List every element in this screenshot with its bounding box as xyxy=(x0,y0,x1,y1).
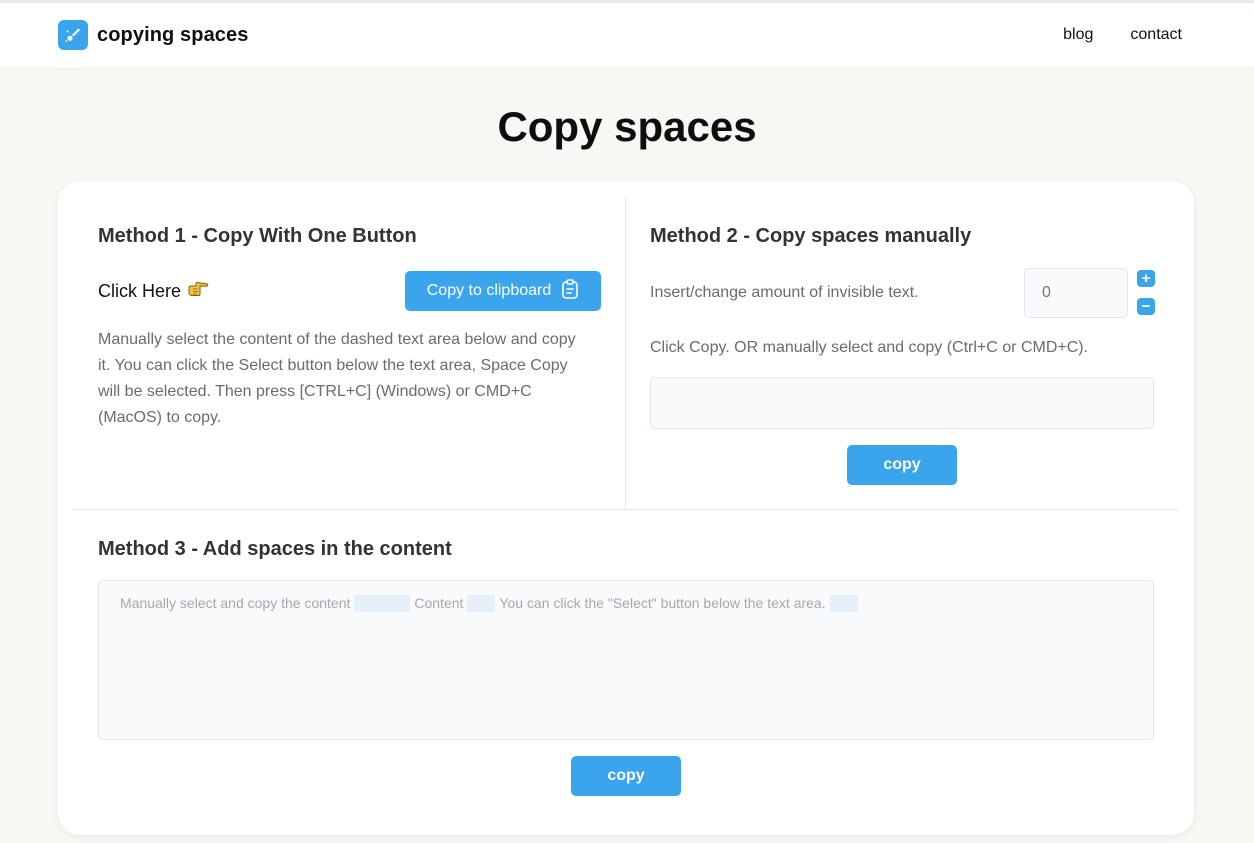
space-marker xyxy=(354,595,411,612)
vertical-divider xyxy=(625,197,626,509)
content-textarea[interactable]: Manually select and copy the content Con… xyxy=(98,580,1154,740)
method3-copy-button[interactable]: copy xyxy=(571,756,681,796)
brand-name: copying spaces xyxy=(97,23,249,46)
click-here-text: Click Here xyxy=(98,281,182,301)
amount-input[interactable] xyxy=(1024,268,1128,318)
invisible-text-field[interactable] xyxy=(650,377,1154,429)
method2-copy-button[interactable]: copy xyxy=(847,445,957,485)
increment-button[interactable]: + xyxy=(1137,270,1155,287)
space-marker xyxy=(467,595,496,612)
method2-title: Method 2 - Copy spaces manually xyxy=(650,225,972,247)
nav-blog[interactable]: blog xyxy=(1063,26,1093,44)
top-nav: blog contact xyxy=(1063,26,1182,44)
copy-to-clipboard-button[interactable]: Copy to clipboard xyxy=(405,271,601,311)
horizontal-divider xyxy=(73,509,1178,510)
method1-title: Method 1 - Copy With One Button xyxy=(98,225,417,247)
nav-contact[interactable]: contact xyxy=(1130,26,1182,44)
decrement-button[interactable]: − xyxy=(1137,298,1155,315)
click-here-label: Click Here xyxy=(98,281,209,302)
content-segment: Manually select and copy the content xyxy=(120,595,351,611)
method2-hint: Click Copy. OR manually select and copy … xyxy=(650,339,1089,356)
content-segment: You can click the "Select" button below … xyxy=(499,595,826,611)
methods-card: Method 1 - Copy With One Button Click He… xyxy=(58,181,1194,835)
pointing-hand-icon xyxy=(187,281,209,302)
brush-sparkle-icon xyxy=(58,20,88,50)
content-segment: Content xyxy=(414,595,464,611)
site-header: copying spaces blog contact xyxy=(0,3,1254,67)
page-title: Copy spaces xyxy=(497,103,757,150)
method1-description: Manually select the content of the dashe… xyxy=(98,331,576,426)
space-marker xyxy=(829,595,858,612)
clipboard-icon xyxy=(561,278,579,304)
copy-to-clipboard-label: Copy to clipboard xyxy=(426,282,552,299)
method3-title: Method 3 - Add spaces in the content xyxy=(98,538,452,560)
amount-label: Insert/change amount of invisible text. xyxy=(650,284,919,301)
brand[interactable]: copying spaces xyxy=(58,20,248,50)
